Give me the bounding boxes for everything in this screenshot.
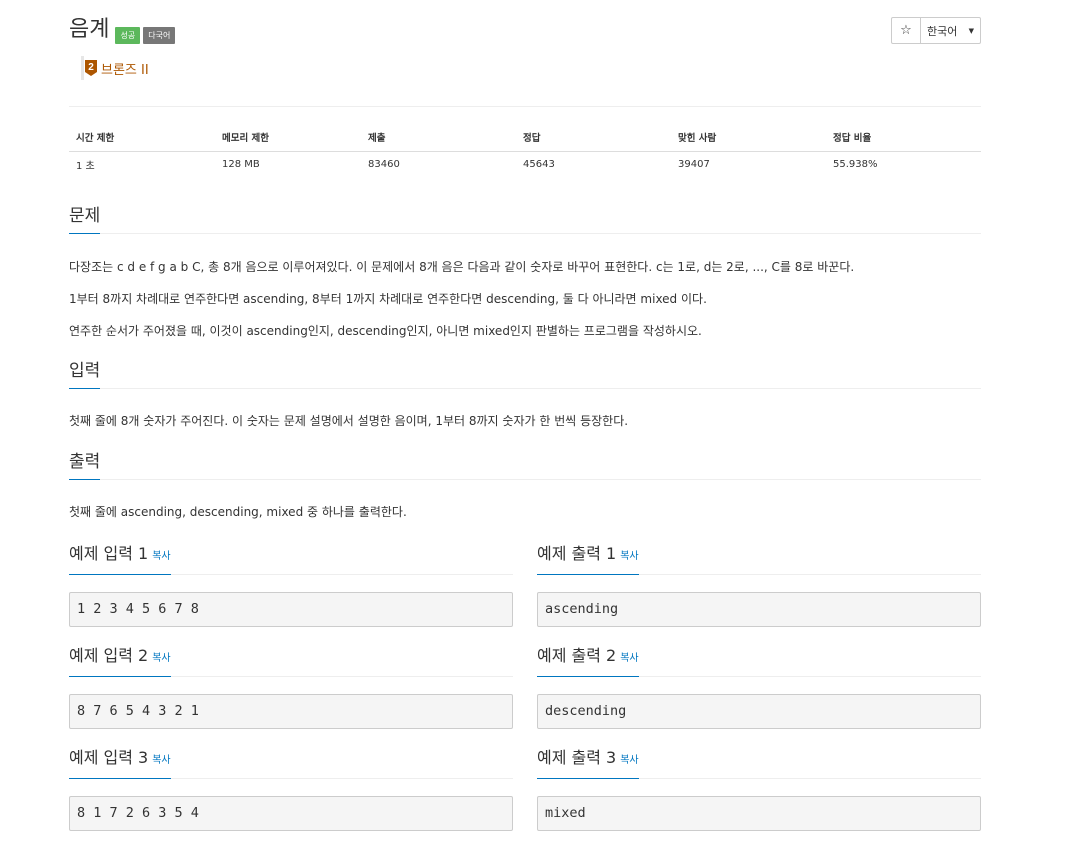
table-row: 1 초 128 MB 83460 45643 39407 55.938%: [69, 151, 981, 178]
problem-title-row: 음계 성공 다국어: [69, 14, 176, 46]
copy-button[interactable]: 복사: [620, 755, 638, 766]
section-description-head: 문제: [69, 205, 981, 234]
caret-down-icon: ▼: [968, 26, 974, 35]
description-paragraph: 연주한 순서가 주어졌을 때, 이것이 ascending인지, descend…: [69, 324, 702, 338]
language-dropdown[interactable]: 한국어 ▼: [921, 17, 981, 44]
copy-button[interactable]: 복사: [620, 551, 638, 562]
table-cell: 83460: [368, 159, 400, 171]
table-header-row: 시간 제한 메모리 제한 제출 정답 맞힌 사람 정답 비율: [69, 124, 981, 152]
table-header: 제출: [361, 124, 516, 152]
bronze-tier-icon: 2: [85, 60, 97, 76]
sample-output-1-head: 예제 출력 1 복사: [537, 543, 981, 575]
input-description: 첫째 줄에 8개 숫자가 주어진다. 이 숫자는 문제 설명에서 설명한 음이며…: [69, 414, 629, 428]
section-description-title: 문제: [69, 205, 101, 234]
copy-button[interactable]: 복사: [152, 551, 170, 562]
table-cell: 39407: [678, 159, 710, 171]
section-input-title: 입력: [69, 360, 101, 389]
status-badge-multilang: 다국어: [143, 27, 176, 44]
section-output-title: 출력: [69, 451, 101, 480]
sample-output-1-code[interactable]: ascending: [537, 592, 981, 627]
sample-input-2-head: 예제 입력 2 복사: [69, 645, 513, 677]
table-cell: 55.938%: [833, 159, 878, 171]
sample-output-3-code[interactable]: mixed: [537, 796, 981, 831]
output-description: 첫째 줄에 ascending, descending, mixed 중 하나를…: [69, 505, 407, 519]
table-cell: 128 MB: [222, 159, 260, 171]
sample-output-2-code[interactable]: descending: [537, 694, 981, 729]
table-cell: 1 초: [76, 161, 95, 173]
sample-input-2-code[interactable]: 8 7 6 5 4 3 2 1: [69, 694, 513, 729]
section-output-head: 출력: [69, 451, 981, 480]
sample-input-1-code[interactable]: 1 2 3 4 5 6 7 8: [69, 592, 513, 627]
sample-output-3-head: 예제 출력 3 복사: [537, 747, 981, 779]
copy-button[interactable]: 복사: [152, 653, 170, 664]
sample-output-1-title: 예제 출력 1: [537, 544, 617, 563]
svg-text:2: 2: [88, 62, 94, 73]
copy-button[interactable]: 복사: [152, 755, 170, 766]
sample-input-3-code[interactable]: 8 1 7 2 6 3 5 4: [69, 796, 513, 831]
sample-input-3-head: 예제 입력 3 복사: [69, 747, 513, 779]
sample-output-2-head: 예제 출력 2 복사: [537, 645, 981, 677]
favorite-star-button[interactable]: ☆: [891, 17, 921, 44]
tier-label[interactable]: 브론즈 II: [101, 59, 149, 78]
sample-input-1-title: 예제 입력 1: [69, 544, 149, 563]
table-header: 맞힌 사람: [671, 124, 826, 152]
problem-title: 음계: [69, 17, 110, 42]
sample-output-3-title: 예제 출력 3: [537, 748, 617, 767]
problem-info-table: 시간 제한 메모리 제한 제출 정답 맞힌 사람 정답 비율 1 초 128 M…: [69, 124, 981, 178]
copy-button[interactable]: 복사: [620, 653, 638, 664]
problem-tier: 2 브론즈 II: [81, 56, 149, 80]
divider: [69, 106, 981, 107]
sample-input-2-title: 예제 입력 2: [69, 646, 149, 665]
sample-output-2-title: 예제 출력 2: [537, 646, 617, 665]
status-badge-success: 성공: [115, 27, 141, 44]
sample-input-1-head: 예제 입력 1 복사: [69, 543, 513, 575]
sample-input-3-title: 예제 입력 3: [69, 748, 149, 767]
problem-actions: ☆ 한국어 ▼: [891, 17, 981, 44]
table-header: 시간 제한: [69, 124, 215, 152]
description-paragraph: 다장조는 c d e f g a b C, 총 8개 음으로 이루어져있다. 이…: [69, 260, 855, 274]
language-label: 한국어: [927, 24, 958, 38]
table-header: 메모리 제한: [215, 124, 361, 152]
table-header: 정답: [516, 124, 671, 152]
table-header: 정답 비율: [826, 124, 981, 152]
section-input-head: 입력: [69, 360, 981, 389]
description-paragraph: 1부터 8까지 차례대로 연주한다면 ascending, 8부터 1까지 차례…: [69, 292, 707, 306]
star-icon: ☆: [900, 23, 912, 38]
table-cell: 45643: [523, 159, 555, 171]
